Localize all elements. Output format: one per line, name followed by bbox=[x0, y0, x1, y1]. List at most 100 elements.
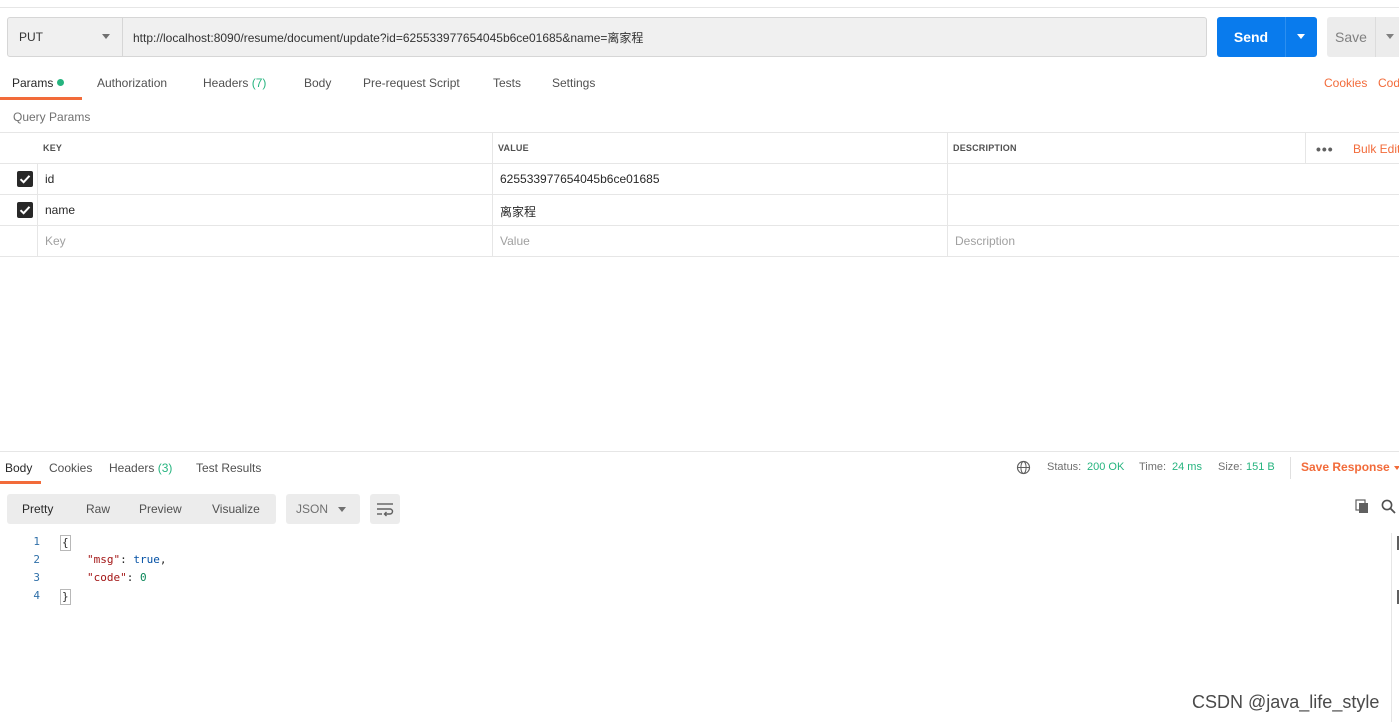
time-label: Time: bbox=[1139, 461, 1167, 473]
save-response-dropdown-icon[interactable] bbox=[1394, 466, 1399, 470]
status-code: 200 OK bbox=[1087, 461, 1125, 473]
check-icon bbox=[19, 206, 31, 215]
table-col-divider bbox=[947, 132, 948, 256]
line-number: 2 bbox=[33, 553, 40, 566]
param-key[interactable]: name bbox=[45, 203, 75, 217]
line-number: 4 bbox=[33, 589, 40, 602]
view-raw[interactable]: Raw bbox=[86, 502, 110, 516]
tab-headers-label: Headers bbox=[203, 76, 249, 90]
tab-tests[interactable]: Tests bbox=[493, 76, 521, 90]
cookies-link[interactable]: Cookies bbox=[1324, 76, 1367, 90]
response-tab-headers[interactable]: Headers (3) bbox=[109, 461, 172, 475]
active-tab-indicator bbox=[0, 97, 82, 100]
json-value: true bbox=[133, 553, 160, 566]
param-key[interactable]: id bbox=[45, 172, 54, 186]
code-line: 4 } bbox=[0, 589, 700, 607]
table-header-border bbox=[0, 163, 1399, 164]
code-link[interactable]: Code bbox=[1378, 76, 1399, 90]
tab-headers-count: (7) bbox=[251, 76, 267, 90]
save-response-button[interactable]: Save Response bbox=[1301, 460, 1390, 474]
new-key-input[interactable]: Key bbox=[45, 234, 66, 248]
check-icon bbox=[19, 175, 31, 184]
view-mode-group: Pretty Raw Preview Visualize bbox=[7, 494, 276, 524]
chevron-down-icon bbox=[338, 507, 346, 512]
new-description-input[interactable]: Description bbox=[955, 234, 1015, 248]
code-line: 1 { bbox=[0, 535, 700, 553]
tab-body[interactable]: Body bbox=[304, 76, 331, 90]
top-divider bbox=[0, 7, 1399, 8]
response-tab-test-results[interactable]: Test Results bbox=[196, 461, 261, 475]
code-brace: } bbox=[60, 589, 71, 605]
code-line: 2 "msg": true, bbox=[0, 553, 700, 571]
table-col-divider bbox=[492, 132, 493, 256]
bulk-edit-link[interactable]: Bulk Edit bbox=[1353, 142, 1399, 156]
table-col-divider bbox=[37, 163, 38, 256]
send-label: Send bbox=[1233, 29, 1269, 45]
status-divider bbox=[1290, 457, 1291, 479]
format-select[interactable]: JSON bbox=[286, 494, 360, 524]
status-value: 200 OK bbox=[1087, 461, 1124, 473]
send-dropdown-icon[interactable] bbox=[1297, 34, 1305, 39]
tab-authorization[interactable]: Authorization bbox=[97, 76, 167, 90]
vertical-scrollbar[interactable] bbox=[1391, 533, 1399, 722]
more-options-icon[interactable]: ••• bbox=[1316, 141, 1334, 157]
view-preview[interactable]: Preview bbox=[139, 502, 182, 516]
response-tab-headers-count: (3) bbox=[157, 461, 173, 475]
column-header-key: KEY bbox=[43, 143, 63, 153]
new-value-input[interactable]: Value bbox=[500, 234, 530, 248]
chevron-down-icon bbox=[102, 34, 110, 39]
table-top-border bbox=[0, 132, 1399, 133]
table-col-divider bbox=[1305, 132, 1306, 163]
send-divider bbox=[1285, 17, 1286, 57]
size-amount: 151 B bbox=[1246, 461, 1275, 473]
copy-icon[interactable] bbox=[1355, 499, 1370, 514]
time-amount: 24 ms bbox=[1172, 461, 1202, 473]
code-key-value: "code": 0 bbox=[87, 571, 147, 584]
method-select[interactable]: PUT bbox=[7, 17, 123, 57]
row-checkbox[interactable] bbox=[17, 171, 33, 187]
view-visualize[interactable]: Visualize bbox=[212, 502, 260, 516]
param-value[interactable]: 625533977654045b6ce01685 bbox=[500, 172, 660, 186]
response-active-tab-indicator bbox=[0, 481, 41, 484]
tab-pre-request-script[interactable]: Pre-request Script bbox=[363, 76, 460, 90]
tab-params[interactable]: Params bbox=[12, 76, 65, 90]
json-key: "msg" bbox=[87, 553, 121, 566]
url-text: http://localhost:8090/resume/document/up… bbox=[133, 30, 644, 45]
row-checkbox[interactable] bbox=[17, 202, 33, 218]
status-label: Status: bbox=[1047, 461, 1082, 473]
code-brace: { bbox=[60, 535, 71, 551]
globe-icon[interactable] bbox=[1016, 460, 1031, 475]
response-tab-cookies[interactable]: Cookies bbox=[49, 461, 92, 475]
table-row-border bbox=[0, 225, 1399, 226]
size-value: 151 B bbox=[1246, 461, 1275, 473]
search-icon[interactable] bbox=[1381, 499, 1396, 514]
save-dropdown-icon[interactable] bbox=[1386, 34, 1394, 39]
tab-settings[interactable]: Settings bbox=[552, 76, 595, 90]
json-key: "code" bbox=[87, 571, 127, 584]
response-tab-headers-label: Headers bbox=[109, 461, 155, 475]
size-label: Size: bbox=[1218, 461, 1243, 473]
wrap-lines-button[interactable] bbox=[370, 494, 400, 524]
save-label: Save bbox=[1335, 29, 1367, 45]
view-pretty[interactable]: Pretty bbox=[22, 502, 53, 516]
line-number: 1 bbox=[33, 535, 40, 548]
response-divider bbox=[0, 451, 1399, 452]
query-params-title: Query Params bbox=[13, 110, 91, 124]
method-label: PUT bbox=[19, 30, 43, 44]
tab-headers[interactable]: Headers (7) bbox=[203, 76, 266, 90]
json-value: 0 bbox=[140, 571, 147, 584]
wrap-lines-icon bbox=[377, 503, 394, 517]
save-button[interactable]: Save bbox=[1327, 17, 1399, 57]
url-input[interactable]: http://localhost:8090/resume/document/up… bbox=[123, 17, 1207, 57]
params-active-dot bbox=[57, 79, 65, 86]
table-bottom-border bbox=[0, 256, 1399, 257]
tab-params-label: Params bbox=[12, 76, 54, 90]
response-tab-body[interactable]: Body bbox=[5, 461, 32, 475]
code-line: 3 "code": 0 bbox=[0, 571, 700, 589]
format-label: JSON bbox=[296, 502, 329, 516]
table-row-border bbox=[0, 194, 1399, 195]
param-value[interactable]: 离家程 bbox=[500, 203, 536, 220]
time-value: 24 ms bbox=[1172, 461, 1202, 473]
send-button[interactable]: Send bbox=[1217, 17, 1317, 57]
code-key-value: "msg": true, bbox=[87, 553, 167, 566]
